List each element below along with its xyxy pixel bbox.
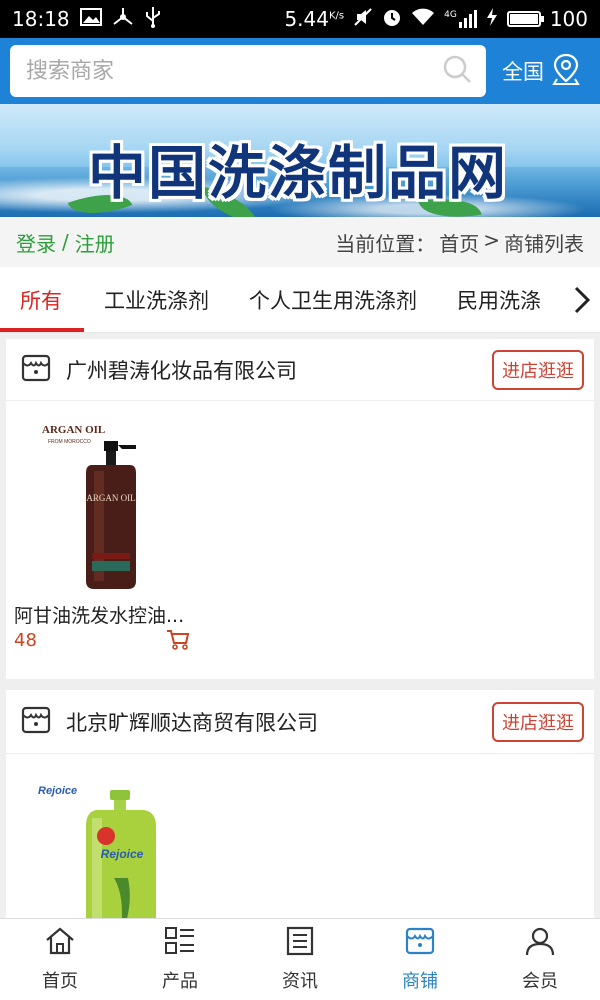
visit-shop-button[interactable]: 进店逛逛 xyxy=(492,349,584,390)
battery-icon xyxy=(506,11,544,27)
tab-all[interactable]: 所有 xyxy=(0,267,84,332)
login-link[interactable]: 登录 xyxy=(16,228,56,257)
breadcrumb: 当前位置： 首页 > 商铺列表 xyxy=(335,228,584,257)
member-icon xyxy=(525,926,555,961)
region-label: 全国 xyxy=(502,60,544,84)
wifi-icon xyxy=(411,7,435,31)
banner[interactable]: 中国洗涤制品网 xyxy=(0,104,600,217)
shop-card-header: 广州碧涛化妆品有限公司 进店逛逛 xyxy=(6,339,594,401)
breadcrumb-home[interactable]: 首页 xyxy=(439,228,479,257)
shop-name[interactable]: 广州碧涛化妆品有限公司 xyxy=(66,355,297,385)
network-share-icon xyxy=(112,7,134,32)
category-tabs: 所有 工业洗涤剂 个人卫生用洗涤剂 民用洗涤 xyxy=(0,267,600,333)
bottom-navigation: 首页 产品 资讯 商铺 会员 xyxy=(0,918,600,1000)
svg-text:ARGAN OIL: ARGAN OIL xyxy=(42,424,105,436)
product-item[interactable]: ARGAN OIL FROM MOROCCO ARGAN OIL 阿甘油洗发水控… xyxy=(6,401,196,679)
tab-household-detergent[interactable]: 民用洗涤 xyxy=(437,267,561,332)
nav-products-label: 产品 xyxy=(162,971,198,992)
nav-products[interactable]: 产品 xyxy=(120,919,240,1000)
battery-level: 100 xyxy=(549,7,588,31)
nav-member-label: 会员 xyxy=(522,971,558,992)
mute-icon xyxy=(353,7,373,32)
signal-icon: 4G xyxy=(444,10,477,28)
tab-personal-hygiene-detergent[interactable]: 个人卫生用洗涤剂 xyxy=(229,267,437,332)
cart-icon[interactable] xyxy=(166,629,190,655)
search-input[interactable] xyxy=(26,58,442,84)
search-icon[interactable] xyxy=(442,54,472,88)
nav-home[interactable]: 首页 xyxy=(0,919,120,1000)
nav-news-label: 资讯 xyxy=(282,971,318,992)
shop-icon xyxy=(404,926,436,961)
alarm-icon xyxy=(382,7,402,32)
network-speed: 5.44K/s xyxy=(284,7,345,31)
tab-industrial-detergent[interactable]: 工业洗涤剂 xyxy=(84,267,229,332)
region-selector[interactable]: 全国 xyxy=(502,53,580,90)
nav-home-label: 首页 xyxy=(42,971,78,992)
status-time: 18:18 xyxy=(12,7,70,31)
product-item[interactable]: Rejoice Rejoice xyxy=(6,754,196,918)
nav-member[interactable]: 会员 xyxy=(480,919,600,1000)
info-row: 登录 / 注册 当前位置： 首页 > 商铺列表 xyxy=(0,217,600,267)
svg-text:ARGAN OIL: ARGAN OIL xyxy=(86,493,135,503)
shop-card: 广州碧涛化妆品有限公司 进店逛逛 ARGAN OIL FROM MOROCCO … xyxy=(6,339,594,679)
svg-text:Rejoice: Rejoice xyxy=(101,847,144,861)
svg-text:Rejoice: Rejoice xyxy=(38,785,77,797)
shop-name[interactable]: 北京旷辉顺达商贸有限公司 xyxy=(66,707,318,737)
breadcrumb-current: 商铺列表 xyxy=(504,231,584,256)
nav-news[interactable]: 资讯 xyxy=(240,919,360,1000)
svg-text:FROM MOROCCO: FROM MOROCCO xyxy=(48,439,91,445)
home-icon xyxy=(44,926,76,961)
location-pin-icon xyxy=(552,53,580,90)
header-bar: 全国 xyxy=(0,38,600,104)
image-notification-icon xyxy=(79,7,102,31)
shop-icon xyxy=(20,704,52,740)
news-icon xyxy=(285,926,315,961)
shop-icon xyxy=(20,352,52,388)
location-prefix: 当前位置： xyxy=(335,231,436,256)
nav-shops[interactable]: 商铺 xyxy=(360,919,480,1000)
usb-icon xyxy=(144,6,162,33)
nav-shops-label: 商铺 xyxy=(402,971,438,992)
charging-icon xyxy=(486,7,498,32)
shop-card: 北京旷辉顺达商贸有限公司 进店逛逛 Rejoice Rejoice xyxy=(6,690,594,918)
search-box[interactable] xyxy=(10,45,486,97)
product-image-rejoice-shampoo[interactable]: Rejoice Rejoice xyxy=(30,778,180,918)
product-list-icon xyxy=(164,926,196,961)
product-name[interactable]: 阿甘油洗发水控油... xyxy=(14,601,184,628)
chevron-right-icon[interactable] xyxy=(564,267,600,332)
banner-title: 中国洗涤制品网 xyxy=(88,139,509,207)
login-separator: / xyxy=(62,230,69,254)
register-link[interactable]: 注册 xyxy=(75,228,115,257)
shop-card-header: 北京旷辉顺达商贸有限公司 进店逛逛 xyxy=(6,690,594,754)
visit-shop-button[interactable]: 进店逛逛 xyxy=(492,701,584,742)
breadcrumb-separator: > xyxy=(483,227,500,252)
product-image-argan-shampoo[interactable]: ARGAN OIL FROM MOROCCO ARGAN OIL xyxy=(32,421,182,596)
status-bar: 18:18 5.44K/s 4G 100 xyxy=(0,0,600,38)
product-price: 48 xyxy=(14,630,37,651)
